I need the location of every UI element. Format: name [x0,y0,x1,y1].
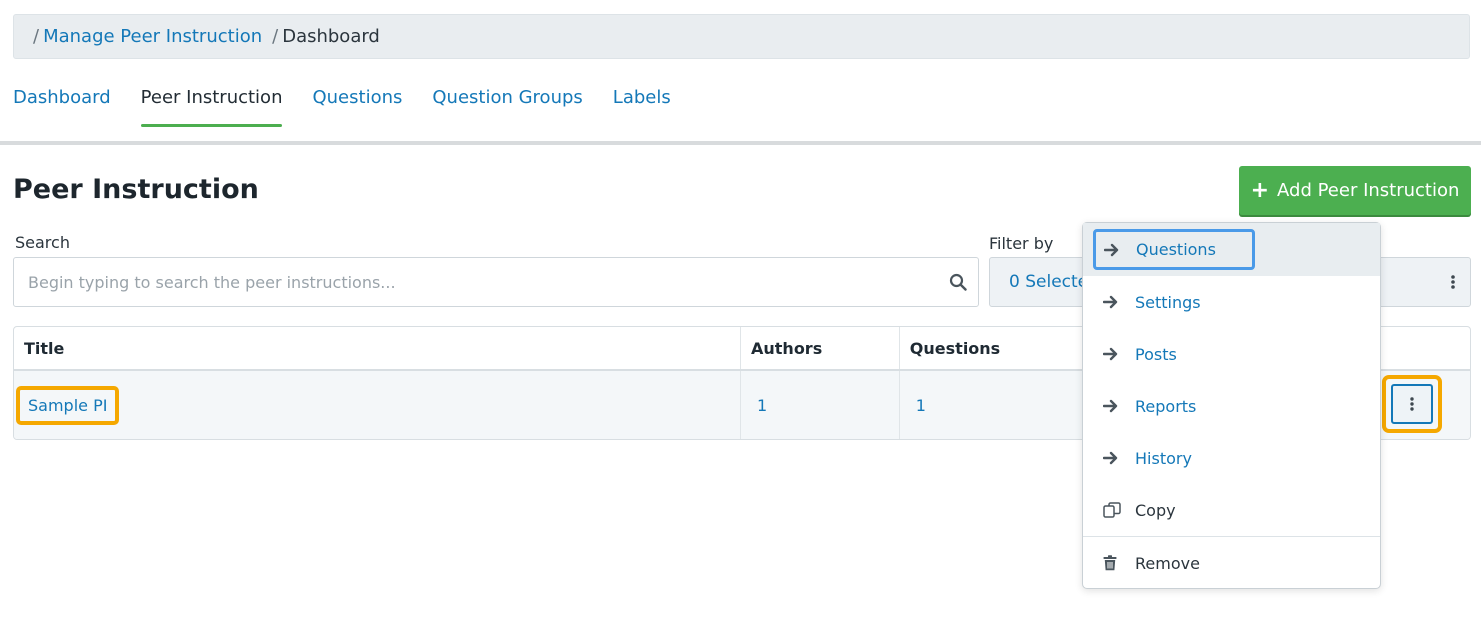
trash-icon [1103,555,1121,571]
search-icon[interactable] [938,273,978,291]
filter-label: Filter by [989,234,1054,253]
row-actions-highlight [1382,375,1442,433]
breadcrumb: / Manage Peer Instruction / Dashboard [13,14,1470,59]
plus-icon: + [1250,177,1270,203]
tab-peer-instruction[interactable]: Peer Instruction [140,84,282,127]
kebab-icon [1410,397,1414,411]
cell-title: Sample PI [14,371,741,439]
menu-item-settings[interactable]: Settings [1083,276,1380,328]
nav-tabs: Dashboard Peer Instruction Questions Que… [13,84,701,128]
menu-item-questions[interactable]: Questions [1083,223,1380,276]
breadcrumb-link-manage-peer-instruction[interactable]: Manage Peer Instruction [43,26,262,47]
menu-item-history[interactable]: History [1083,432,1380,484]
menu-item-label: History [1135,448,1192,468]
menu-item-label: Questions [1136,240,1216,259]
tab-question-groups[interactable]: Question Groups [432,84,582,127]
menu-item-copy[interactable]: Copy [1083,484,1380,536]
filter-kebab-icon[interactable] [1450,274,1456,294]
tab-labels[interactable]: Labels [613,84,671,127]
copy-icon [1103,502,1121,518]
menu-item-label: Settings [1135,292,1201,312]
breadcrumb-separator: / [272,26,279,47]
column-header-title[interactable]: Title [14,327,741,369]
title-link-sample-pi[interactable]: Sample PI [16,385,120,425]
breadcrumb-separator: / [33,26,40,47]
page-title: Peer Instruction [13,174,259,205]
row-actions-menu: Questions Settings Posts Reports History… [1082,222,1381,589]
row-actions-button[interactable] [1391,384,1433,424]
arrow-right-icon [1103,295,1121,309]
search-box [13,257,979,307]
arrow-right-icon [1103,347,1121,361]
add-peer-instruction-button[interactable]: + Add Peer Instruction [1239,166,1471,215]
tab-questions[interactable]: Questions [312,84,402,127]
arrow-right-icon [1104,243,1122,257]
arrow-right-icon [1103,399,1121,413]
menu-item-reports[interactable]: Reports [1083,380,1380,432]
menu-item-remove[interactable]: Remove [1083,537,1380,589]
menu-item-label: Posts [1135,344,1177,364]
tab-dashboard[interactable]: Dashboard [13,84,111,127]
menu-item-posts[interactable]: Posts [1083,328,1380,380]
column-header-authors[interactable]: Authors [741,327,900,369]
menu-item-label: Remove [1135,553,1200,573]
menu-item-focus-ring: Questions [1093,229,1255,270]
search-label: Search [15,233,70,252]
menu-item-label: Reports [1135,396,1197,416]
tab-divider [0,141,1481,145]
arrow-right-icon [1103,451,1121,465]
breadcrumb-current: Dashboard [282,26,380,47]
search-input[interactable] [14,258,938,306]
menu-item-label: Copy [1135,500,1176,520]
add-peer-instruction-label: Add Peer Instruction [1277,180,1460,201]
cell-authors[interactable]: 1 [741,371,900,439]
